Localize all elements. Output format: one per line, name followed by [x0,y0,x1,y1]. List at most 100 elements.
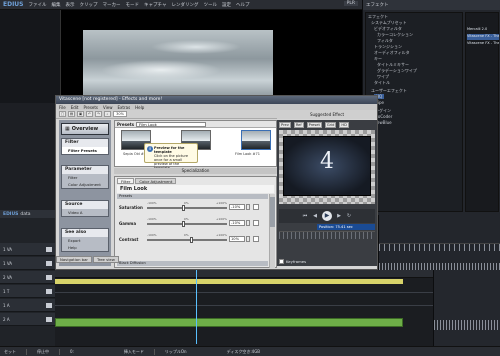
track-header[interactable]: 2 VA [0,271,55,284]
param-label: Contrast [119,237,139,242]
save-icon[interactable]: ▣ [77,111,84,117]
slider-thumb[interactable] [181,205,185,211]
sidebar-item-filter[interactable]: Filter [62,174,108,181]
dialog-menu-presets[interactable]: Presets [83,105,98,110]
tab-color-adjustment[interactable]: Color Adjustment [135,178,177,184]
dialog-menu-edit[interactable]: Edit [71,105,79,110]
track-toggle-icon[interactable] [46,260,52,266]
sidebar-item-color-adjustment[interactable]: Color Adjustment [62,181,108,188]
menu-help[interactable]: ヘルプ [236,2,250,8]
slider-track[interactable] [147,223,227,225]
menu-mode[interactable]: モード [126,2,140,8]
section-header[interactable]: Presets [117,194,268,199]
sidebar-item-video-a[interactable]: Video A [62,209,108,216]
track-toggle-icon[interactable] [46,288,52,294]
tab-navigation-bar[interactable]: Navigation bar [56,256,92,263]
spinner-icon[interactable] [246,220,250,226]
dialog-menu-file[interactable]: File [59,105,66,110]
audio-clip[interactable] [55,318,403,327]
redo-icon[interactable]: ↷ [95,111,102,117]
track-header[interactable]: 1 A [0,299,55,312]
dialog-menu-extras[interactable]: Extras [118,105,131,110]
undo-icon[interactable]: ↶ [86,111,93,117]
sidebar-item-filter-presets[interactable]: Filter Presets [62,147,108,154]
open-icon[interactable]: ▤ [68,111,75,117]
timeline-ruler[interactable] [55,270,433,278]
hd-toggle[interactable]: HD [339,122,349,128]
parameter-tabs: Filter Color Adjustment [117,178,177,184]
menu-edit[interactable]: 編集 [52,2,61,8]
track-header[interactable]: 1 VA [0,257,55,270]
thumb-sky [182,131,210,141]
spinner-icon[interactable] [246,236,250,242]
menu-clip[interactable]: クリップ [80,2,98,8]
rewind-icon[interactable]: ⏮ [302,213,308,219]
new-icon[interactable]: ▢ [59,111,66,117]
plr-toggle[interactable]: PLR [343,1,358,6]
zoom-select[interactable]: 30% [113,111,127,117]
menu-render[interactable]: レンダリング [171,2,198,8]
track-header[interactable]: 1 VA [0,243,55,256]
preset-thumbnail-selected[interactable] [241,130,271,150]
track-header[interactable]: 1 T [0,285,55,298]
overview-button[interactable]: ▦ Overview [61,123,109,135]
playhead[interactable] [196,270,197,344]
slider-track[interactable] [147,207,227,209]
dialog-menu-view[interactable]: View [103,105,113,110]
keyframe-icon[interactable] [253,204,259,210]
group-title[interactable]: Source [62,201,108,209]
scrollbar-thumb[interactable] [270,197,275,227]
preview-panel: Prev Ref Preset Grid HD 4 ⏮ ◀ ▶ ▶ ↻ Posi… [277,120,377,266]
dialog-menu-help[interactable]: Help [135,105,144,110]
menu-capture[interactable]: キャプチャ [144,2,166,8]
tab-tree-view[interactable]: Tree view [92,256,119,263]
divider [26,348,27,355]
group-title[interactable]: See also [62,229,108,237]
step-back-icon[interactable]: ◀ [312,213,318,219]
effect-item-selected[interactable]: Vitascene FX - The F [467,34,499,40]
menu-view[interactable]: 表示 [66,2,75,8]
slider-thumb[interactable] [189,237,193,243]
spinner-icon[interactable] [246,204,250,210]
menu-tools[interactable]: ツール [203,2,217,8]
value-field[interactable]: 10% [229,236,245,242]
tab-filter[interactable]: Filter [117,178,135,184]
keyframe-icon[interactable] [253,220,259,226]
effect-item[interactable]: Vitascene FX - The P [467,41,499,47]
grid-toggle[interactable]: Grid [324,122,337,128]
preset-toggle[interactable]: Preset [306,122,322,128]
reference-toggle[interactable]: Ref [293,122,304,128]
group-title[interactable]: Parameter [62,166,108,174]
track-toggle-icon[interactable] [46,302,52,308]
track-header[interactable]: 2 A [0,313,55,326]
slider-thumb[interactable] [181,221,185,227]
scrollbar[interactable] [269,194,275,268]
track-toggle-icon[interactable] [46,246,52,252]
presets-select[interactable]: Film Look [136,121,207,127]
menu-marker[interactable]: マーカー [103,2,121,8]
value-field[interactable]: -10% [229,204,245,210]
tree-item[interactable]: タイトル [374,80,390,86]
zoom-icon[interactable]: ⌕ [104,111,111,117]
keyframes-checkbox[interactable] [279,258,284,264]
value-field[interactable]: -10% [229,220,245,226]
slider-track[interactable] [147,239,227,241]
track-toggle-icon[interactable] [46,274,52,280]
track-toggle-icon[interactable] [46,316,52,322]
section-header[interactable]: Black Diffusion [117,261,268,266]
sidebar-item-export[interactable]: Export [62,237,108,244]
menu-file[interactable]: ファイル [29,2,47,8]
effect-item[interactable]: Mercalli 2.0 [467,27,499,33]
menu-settings[interactable]: 設定 [222,2,231,8]
preview-ruler[interactable] [279,231,375,239]
step-forward-icon[interactable]: ▶ [336,213,342,219]
preview-toggle[interactable]: Prev [279,122,291,128]
param-row-saturation: Saturation -100% 0% +100% -10% [117,200,268,214]
keyframe-icon[interactable] [253,236,259,242]
player-monitor [60,10,362,103]
sidebar-item-help[interactable]: Help [62,244,108,251]
group-title[interactable]: Filter [62,139,108,147]
title-clip[interactable] [55,279,403,284]
play-icon[interactable]: ▶ [322,211,332,221]
loop-icon[interactable]: ↻ [346,213,352,219]
